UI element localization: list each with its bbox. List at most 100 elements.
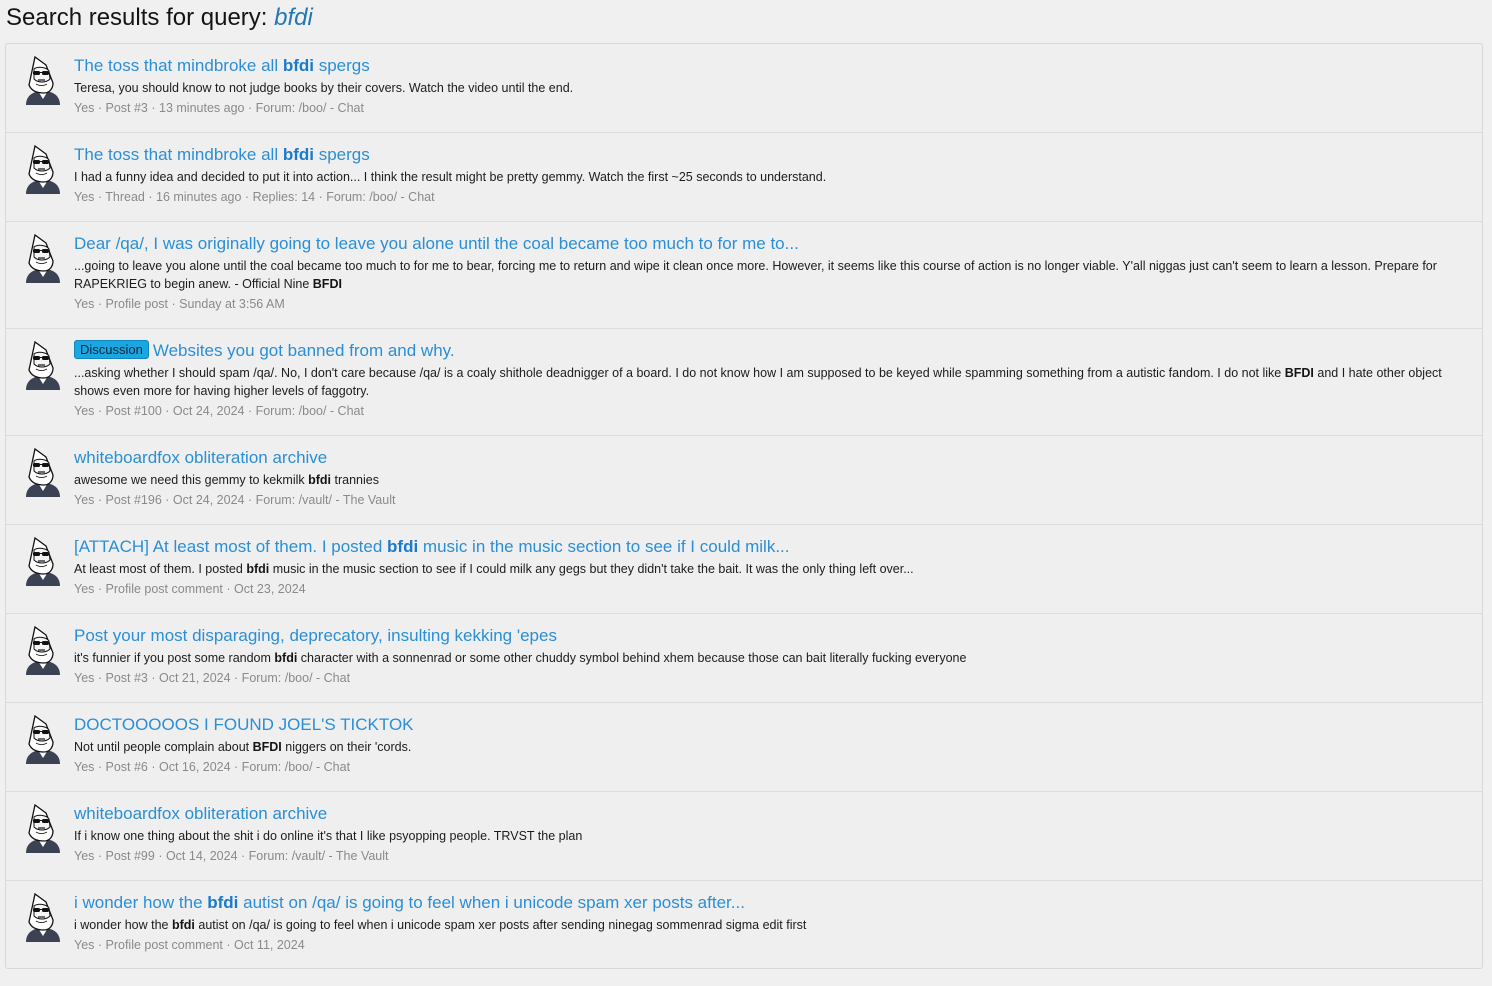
hooded-figure-sunglasses-avatar-icon: [26, 714, 60, 764]
hooded-figure-sunglasses-avatar-icon: [26, 536, 60, 586]
avatar[interactable]: [20, 714, 66, 764]
result-snippet-text: At least most of them. I posted: [74, 562, 247, 576]
search-query: bfdi: [274, 4, 313, 31]
result-snippet: it's funnier if you post some random bfd…: [74, 649, 1470, 667]
result-snippet-text: trannies: [331, 473, 379, 487]
result-title-text: whiteboardfox obliteration archive: [74, 448, 328, 467]
search-result-item: i wonder how the bfdi autist on /qa/ is …: [6, 881, 1482, 970]
hooded-figure-sunglasses-avatar-icon: [26, 803, 60, 853]
hooded-figure-sunglasses-avatar-icon: [26, 55, 60, 105]
result-snippet: ...going to leave you alone until the co…: [74, 257, 1470, 293]
result-title-text: Dear /qa/, I was originally going to lea…: [74, 234, 799, 253]
result-snippet-highlight: bfdi: [246, 562, 270, 576]
result-title-highlight: bfdi: [387, 537, 419, 556]
result-snippet-text: Teresa, you should know to not judge boo…: [74, 81, 574, 95]
result-snippet-text: awesome we need this gemmy to kekmilk: [74, 473, 309, 487]
result-snippet-text: ...going to leave you alone until the co…: [74, 259, 1437, 291]
result-title-link[interactable]: DOCTOOOOOS I FOUND JOEL'S TICKTOK: [74, 713, 1470, 737]
result-title-highlight: bfdi: [282, 56, 314, 75]
result-title-text: The toss that mindbroke all: [74, 145, 283, 164]
result-title-text: autist on /qa/ is going to feel when i u…: [238, 893, 745, 912]
result-title-link[interactable]: The toss that mindbroke all bfdi spergs: [74, 143, 1470, 167]
result-title-link[interactable]: whiteboardfox obliteration archive: [74, 802, 1470, 826]
result-meta: Yes · Profile post comment · Oct 23, 202…: [74, 582, 306, 596]
result-snippet-highlight: BFDI: [1284, 366, 1314, 380]
result-snippet: If i know one thing about the shit i do …: [74, 827, 1470, 845]
result-title-text: i wonder how the: [74, 893, 208, 912]
result-meta: Yes · Post #3 · 13 minutes ago · Forum: …: [74, 101, 364, 115]
result-title-text: The toss that mindbroke all: [74, 56, 283, 75]
result-title-text: Websites you got banned from and why.: [152, 341, 455, 360]
search-results-list: The toss that mindbroke all bfdi spergs T…: [5, 43, 1483, 969]
result-meta: Yes · Profile post comment · Oct 11, 202…: [74, 938, 305, 952]
avatar[interactable]: [20, 340, 66, 390]
search-result-item: whiteboardfox obliteration archive awesom…: [6, 436, 1482, 525]
hooded-figure-sunglasses-avatar-icon: [26, 447, 60, 497]
result-snippet: Teresa, you should know to not judge boo…: [74, 79, 1470, 97]
result-meta: Yes · Post #100 · Oct 24, 2024 · Forum: …: [74, 404, 364, 418]
avatar[interactable]: [20, 447, 66, 497]
result-title-link[interactable]: Dear /qa/, I was originally going to lea…: [74, 232, 1470, 256]
result-title-text: [ATTACH] At least most of them. I posted: [74, 537, 388, 556]
avatar[interactable]: [20, 803, 66, 853]
result-title-highlight: bfdi: [207, 893, 239, 912]
result-title-text: DOCTOOOOOS I FOUND JOEL'S TICKTOK: [74, 715, 414, 734]
hooded-figure-sunglasses-avatar-icon: [26, 892, 60, 942]
result-meta: Yes · Post #196 · Oct 24, 2024 · Forum: …: [74, 493, 396, 507]
avatar[interactable]: [20, 55, 66, 105]
result-title-link[interactable]: i wonder how the bfdi autist on /qa/ is …: [74, 891, 1470, 915]
result-snippet-highlight: bfdi: [274, 651, 298, 665]
avatar[interactable]: [20, 144, 66, 194]
result-snippet-highlight: bfdi: [171, 918, 195, 932]
search-result-item: The toss that mindbroke all bfdi spergs I…: [6, 133, 1482, 222]
result-snippet: i wonder how the bfdi autist on /qa/ is …: [74, 916, 1470, 934]
result-snippet-text: character with a sonnenrad or some other…: [297, 651, 967, 665]
result-meta: Yes · Post #3 · Oct 21, 2024 · Forum: /b…: [74, 671, 351, 685]
page-title-prefix: Search results for query:: [6, 4, 268, 31]
result-snippet-text: i wonder how the: [74, 918, 172, 932]
result-snippet-highlight: BFDI: [252, 740, 282, 754]
result-snippet-highlight: bfdi: [308, 473, 332, 487]
search-result-item: Discussion Websites you got banned from a…: [6, 329, 1482, 436]
search-result-item: Dear /qa/, I was originally going to lea…: [6, 222, 1482, 329]
result-meta: Yes · Profile post · Sunday at 3:56 AM: [74, 297, 285, 311]
result-snippet: Not until people complain about BFDI nig…: [74, 738, 1470, 756]
hooded-figure-sunglasses-avatar-icon: [26, 340, 60, 390]
result-snippet-text: niggers on their 'cords.: [281, 740, 412, 754]
avatar[interactable]: [20, 233, 66, 283]
search-result-item: [ATTACH] At least most of them. I posted…: [6, 525, 1482, 614]
result-title-highlight: bfdi: [282, 145, 314, 164]
result-snippet-text: it's funnier if you post some random: [74, 651, 275, 665]
result-snippet: I had a funny idea and decided to put it…: [74, 168, 1470, 186]
result-snippet-text: I had a funny idea and decided to put it…: [74, 170, 827, 184]
page-title: Search results for query: bfdi: [6, 3, 313, 33]
result-title-text: spergs: [313, 56, 370, 75]
result-title-link[interactable]: whiteboardfox obliteration archive: [74, 446, 1470, 470]
result-snippet-text: ...asking whether I should spam /qa/. No…: [74, 366, 1285, 380]
result-snippet: At least most of them. I posted bfdi mus…: [74, 560, 1470, 578]
result-title-link[interactable]: The toss that mindbroke all bfdi spergs: [74, 54, 1470, 78]
result-title-link[interactable]: [ATTACH] At least most of them. I posted…: [74, 535, 1470, 559]
hooded-figure-sunglasses-avatar-icon: [26, 625, 60, 675]
result-title-text: whiteboardfox obliteration archive: [74, 804, 328, 823]
result-meta: Yes · Post #6 · Oct 16, 2024 · Forum: /b…: [74, 760, 351, 774]
avatar[interactable]: [20, 625, 66, 675]
result-title-link[interactable]: Discussion Websites you got banned from a…: [74, 339, 1470, 363]
search-result-item: The toss that mindbroke all bfdi spergs T…: [6, 44, 1482, 133]
avatar[interactable]: [20, 536, 66, 586]
hooded-figure-sunglasses-avatar-icon: [26, 144, 60, 194]
result-meta: Yes · Thread · 16 minutes ago · Replies:…: [74, 190, 435, 204]
search-result-item: DOCTOOOOOS I FOUND JOEL'S TICKTOK Not unt…: [6, 703, 1482, 792]
result-snippet-highlight: BFDI: [312, 277, 342, 291]
hooded-figure-sunglasses-avatar-icon: [26, 233, 60, 283]
result-snippet-text: autist on /qa/ is going to feel when i u…: [194, 918, 807, 932]
result-snippet-text: Not until people complain about: [74, 740, 253, 754]
result-snippet-text: If i know one thing about the shit i do …: [74, 829, 583, 843]
avatar[interactable]: [20, 892, 66, 942]
result-meta: Yes · Post #99 · Oct 14, 2024 · Forum: /…: [74, 849, 389, 863]
result-snippet-text: music in the music section to see if I c…: [269, 562, 914, 576]
search-result-item: whiteboardfox obliteration archive If i k…: [6, 792, 1482, 881]
prefix-badge[interactable]: Discussion: [74, 340, 149, 359]
result-title-link[interactable]: Post your most disparaging, deprecatory,…: [74, 624, 1470, 648]
search-result-item: Post your most disparaging, deprecatory,…: [6, 614, 1482, 703]
